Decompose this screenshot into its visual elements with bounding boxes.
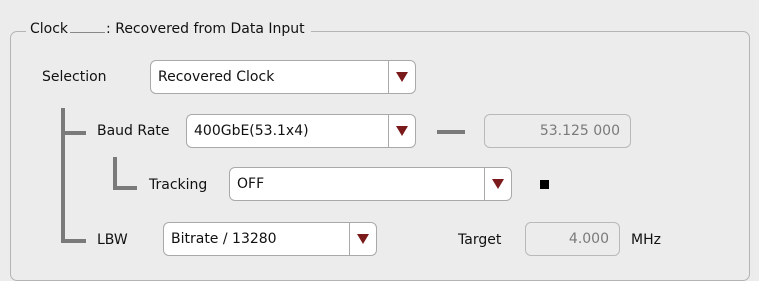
lbw-dropdown[interactable]: Bitrate / 13280	[163, 222, 377, 256]
tree-branch-baud	[61, 131, 86, 135]
triangle-down-icon[interactable]	[388, 115, 415, 147]
group-title: Clock	[30, 21, 69, 37]
triangle-down-icon[interactable]	[349, 223, 376, 255]
baud-rate-dropdown[interactable]: 400GbE(53.1x4)	[186, 114, 416, 148]
tracking-label: Tracking	[149, 177, 208, 193]
tree-branch-lbw	[61, 239, 86, 243]
baud-rate-label: Baud Rate	[97, 123, 170, 139]
lbw-label: LBW	[97, 232, 128, 248]
baud-rate-readout: 53.125 000	[484, 114, 631, 148]
target-label: Target	[458, 232, 502, 248]
tracking-value: OFF	[237, 176, 265, 192]
selection-value: Recovered Clock	[158, 69, 275, 85]
lbw-value: Bitrate / 13280	[171, 231, 277, 247]
selection-dropdown[interactable]: Recovered Clock	[150, 60, 416, 94]
selection-label: Selection	[42, 69, 107, 85]
group-legend: Clock : Recovered from Data Input	[26, 21, 311, 38]
target-unit-label: MHz	[631, 232, 661, 248]
legend-gap	[70, 24, 106, 33]
group-subtitle: : Recovered from Data Input	[106, 21, 305, 37]
baud-rate-link-line	[437, 130, 465, 134]
tracking-dropdown[interactable]: OFF	[229, 167, 512, 201]
baud-rate-value: 400GbE(53.1x4)	[194, 123, 309, 139]
tree-branch-tracking	[113, 186, 137, 190]
target-value-field: 4.000	[525, 222, 620, 256]
triangle-down-icon[interactable]	[388, 61, 415, 93]
triangle-down-icon[interactable]	[484, 168, 511, 200]
square-indicator-icon	[540, 180, 549, 189]
tree-line-main	[61, 108, 65, 243]
